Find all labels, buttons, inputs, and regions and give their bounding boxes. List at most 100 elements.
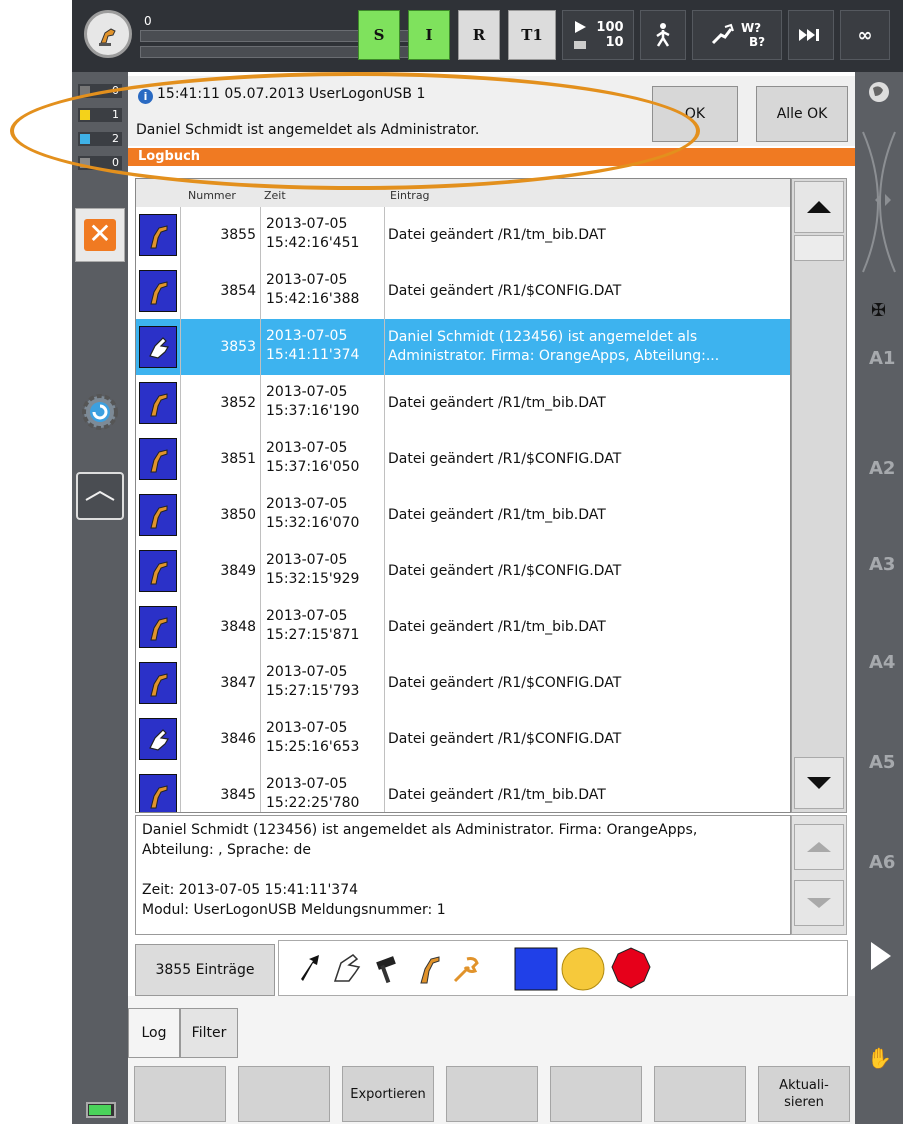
scroll-down-button[interactable]	[794, 757, 844, 809]
column-header-time[interactable]: Zeit	[264, 189, 286, 202]
message-text: Daniel Schmidt ist angemeldet als Admini…	[136, 122, 480, 138]
table-row[interactable]: 3848 2013-07-05 15:27:15'871 Datei geändert…	[136, 599, 790, 656]
row-number: 3848	[220, 619, 256, 635]
column-header-entry[interactable]: Eintrag	[390, 189, 430, 202]
scroll-up-button[interactable]	[794, 181, 844, 233]
axis-label-a6[interactable]: A6	[869, 852, 895, 873]
arrow-filter-icon[interactable]	[301, 955, 319, 981]
detail-scroll-up-button[interactable]	[794, 824, 844, 870]
robot-interpreter-status[interactable]: R	[458, 10, 500, 60]
column-divider	[384, 767, 385, 812]
table-header: Nummer Zeit Eintrag	[136, 179, 790, 208]
tab-filter[interactable]: Filter	[180, 1008, 238, 1058]
wrench-filter-icon[interactable]	[453, 957, 479, 983]
axis-label-a5[interactable]: A5	[869, 752, 895, 773]
export-button[interactable]: Exportieren	[342, 1066, 434, 1122]
yellow-circle-filter-icon[interactable]	[561, 947, 605, 991]
table-scrollbar[interactable]	[791, 178, 847, 813]
row-number: 3854	[220, 283, 256, 299]
detail-scrollbar[interactable]	[791, 815, 847, 935]
ok-button[interactable]: OK	[652, 86, 738, 142]
hammer-filter-icon[interactable]	[376, 956, 396, 984]
row-timestamp: 2013-07-05 15:25:16'653	[266, 720, 360, 755]
softkey-6[interactable]	[654, 1066, 746, 1122]
softkey-2[interactable]	[238, 1066, 330, 1122]
detail-scroll-down-button[interactable]	[794, 880, 844, 926]
close-icon: ✕	[84, 219, 116, 251]
softkey-5[interactable]	[550, 1066, 642, 1122]
column-divider	[180, 431, 181, 487]
axis-label-a4[interactable]: A4	[869, 652, 895, 673]
table-row[interactable]: 3845 2013-07-05 15:22:25'780 Datei geändert…	[136, 767, 790, 812]
softkey-4[interactable]	[446, 1066, 538, 1122]
hand-filter-icon[interactable]	[333, 954, 361, 982]
run-mode-button[interactable]	[788, 10, 834, 60]
scroll-thumb[interactable]	[794, 235, 844, 261]
column-divider	[260, 487, 261, 543]
column-divider	[180, 375, 181, 431]
table-row[interactable]: 3854 2013-07-05 15:42:16'388 Datei geändert…	[136, 263, 790, 320]
clock-icon[interactable]	[76, 472, 124, 520]
table-row[interactable]: 3851 2013-07-05 15:37:16'050 Datei geändert…	[136, 431, 790, 488]
row-timestamp: 2013-07-05 15:27:15'871	[266, 608, 360, 643]
row-timestamp: 2013-07-05 15:42:16'451	[266, 216, 360, 251]
column-divider	[260, 711, 261, 767]
refresh-button[interactable]: Aktuali- sieren	[758, 1066, 850, 1122]
row-entry: Datei geändert /R1/tm_bib.DAT	[388, 618, 606, 635]
incremental-button[interactable]: ∞	[840, 10, 890, 60]
close-button[interactable]: ✕	[75, 208, 125, 262]
axis-label-a1[interactable]: A1	[869, 348, 895, 369]
column-divider	[180, 711, 181, 767]
column-divider	[384, 599, 385, 655]
row-number: 3851	[220, 451, 256, 467]
axis-label-a3[interactable]: A3	[869, 554, 895, 575]
column-divider	[384, 207, 385, 263]
gear-program-icon[interactable]	[76, 388, 124, 436]
override-button[interactable]: 100 10	[562, 10, 634, 60]
kuka-robot-logo-icon[interactable]	[84, 10, 132, 58]
table-row[interactable]: 3847 2013-07-05 15:27:15'793 Datei geändert…	[136, 655, 790, 712]
table-row[interactable]: 3846 2013-07-05 15:25:16'653 Datei geändert…	[136, 711, 790, 768]
column-divider	[260, 431, 261, 487]
log-table: Nummer Zeit Eintrag 3855 2013-07-05 15:42:…	[135, 178, 791, 813]
column-divider	[384, 375, 385, 431]
counter-dialog[interactable]: 0	[78, 156, 122, 170]
tab-log[interactable]: Log	[128, 1008, 180, 1058]
operating-mode-status[interactable]: T1	[508, 10, 556, 60]
all-ok-button[interactable]: Alle OK	[756, 86, 848, 142]
blue-square-filter-icon[interactable]	[514, 947, 558, 991]
coordinate-system-icon[interactable]: ✠	[871, 300, 886, 321]
table-row[interactable]: 3850 2013-07-05 15:32:16'070 Datei geändert…	[136, 487, 790, 544]
softkey-1[interactable]	[134, 1066, 226, 1122]
logbuch-title: Logbuch	[128, 148, 855, 166]
drives-status[interactable]: I	[408, 10, 450, 60]
globe-icon[interactable]	[867, 80, 891, 104]
tool-base-button[interactable]: W? B?	[692, 10, 782, 60]
jog-space-mouse-icon[interactable]	[855, 122, 903, 282]
robot-message-icon	[139, 662, 177, 704]
counter-quit[interactable]: 0	[78, 84, 122, 98]
column-divider	[260, 207, 261, 263]
column-divider	[180, 207, 181, 263]
table-row[interactable]: 3853 2013-07-05 15:41:11'374 Daniel Schmidt…	[136, 319, 790, 376]
counter-state[interactable]: 1	[78, 108, 122, 122]
axis-label-a2[interactable]: A2	[869, 458, 895, 479]
table-row[interactable]: 3855 2013-07-05 15:42:16'451 Datei geändert…	[136, 207, 790, 264]
info-icon: i	[138, 89, 153, 104]
robot-message-icon	[139, 270, 177, 312]
start-play-icon[interactable]	[871, 942, 891, 970]
row-entry: Datei geändert /R1/$CONFIG.DAT	[388, 674, 622, 691]
counter-info[interactable]: 2	[78, 132, 122, 146]
column-header-number[interactable]: Nummer	[188, 189, 236, 202]
table-row[interactable]: 3849 2013-07-05 15:32:15'929 Datei geändert…	[136, 543, 790, 600]
row-entry: Datei geändert /R1/$CONFIG.DAT	[388, 282, 622, 299]
row-timestamp: 2013-07-05 15:32:15'929	[266, 552, 360, 587]
table-row[interactable]: 3852 2013-07-05 15:37:16'190 Datei geändert…	[136, 375, 790, 432]
progress-value: 0	[144, 14, 152, 28]
red-stop-filter-icon[interactable]	[611, 947, 651, 989]
column-divider	[180, 655, 181, 711]
jog-mode-button[interactable]	[640, 10, 686, 60]
submit-interpreter-status[interactable]: S	[358, 10, 400, 60]
hand-jog-icon[interactable]: ✋	[867, 1046, 892, 1070]
robot-filter-icon[interactable]	[420, 956, 440, 984]
